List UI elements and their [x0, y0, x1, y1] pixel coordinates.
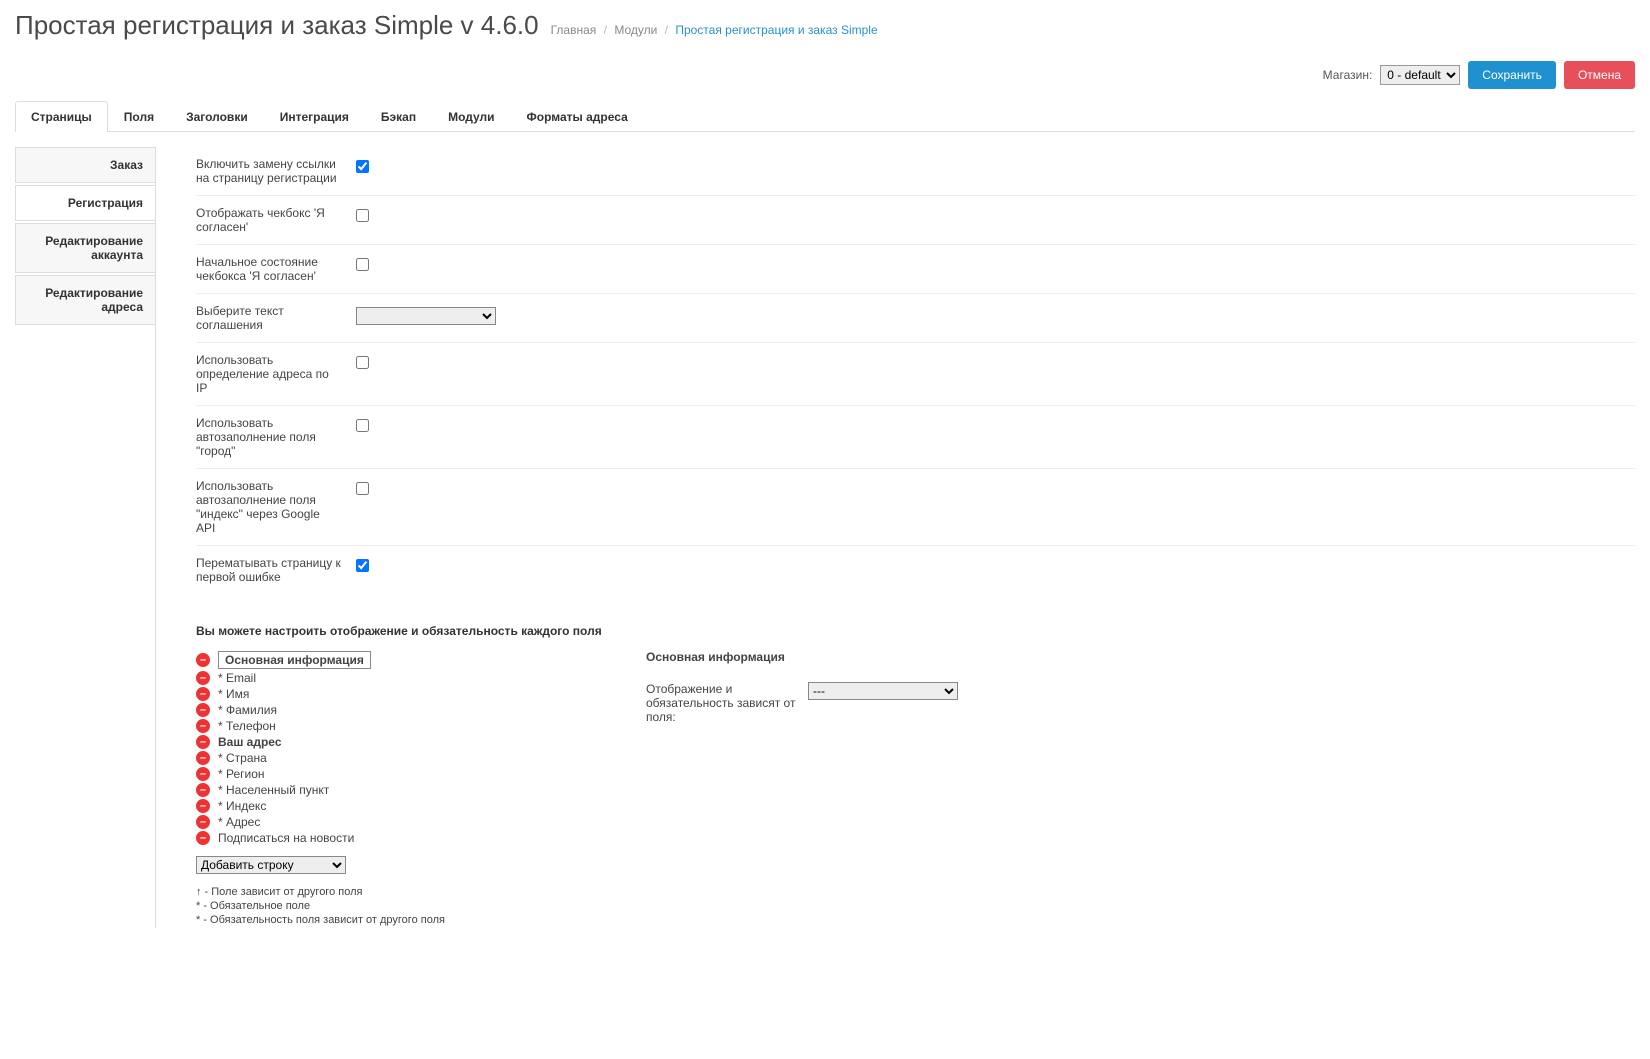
store-label: Магазин: — [1323, 68, 1373, 82]
remove-icon[interactable]: – — [196, 719, 210, 733]
setting-label-replace-link: Включить замену ссылки на страницу регис… — [196, 157, 356, 185]
breadcrumb-modules[interactable]: Модули — [614, 23, 657, 37]
field-item-main-info[interactable]: Основная информация — [218, 651, 371, 669]
detail-depend-select[interactable]: --- — [808, 682, 958, 700]
setting-checkbox-replace-link[interactable] — [356, 160, 369, 173]
tab-modules[interactable]: Модули — [432, 101, 510, 132]
remove-icon[interactable]: – — [196, 799, 210, 813]
setting-label-scroll-error: Перематывать страницу к первой ошибке — [196, 556, 356, 584]
setting-select-agreement-text[interactable] — [356, 307, 496, 325]
detail-title: Основная информация — [646, 650, 1635, 664]
remove-icon[interactable]: – — [196, 831, 210, 845]
detail-depend-label: Отображение и обязательность зависят от … — [646, 682, 796, 724]
remove-icon[interactable]: – — [196, 767, 210, 781]
remove-icon[interactable]: – — [196, 751, 210, 765]
field-item-address[interactable]: * Адрес — [218, 815, 260, 829]
field-item-address-header[interactable]: Ваш адрес — [218, 735, 282, 749]
breadcrumb-sep-icon: / — [600, 23, 611, 37]
tab-fields[interactable]: Поля — [108, 101, 170, 132]
legend-required-depends: * - Обязательность поля зависит от друго… — [196, 914, 496, 926]
setting-checkbox-show-agree[interactable] — [356, 209, 369, 222]
breadcrumb-home[interactable]: Главная — [551, 23, 597, 37]
store-select[interactable]: 0 - default — [1380, 65, 1460, 85]
remove-icon[interactable]: – — [196, 735, 210, 749]
setting-checkbox-scroll-error[interactable] — [356, 559, 369, 572]
field-item-firstname[interactable]: * Имя — [218, 687, 249, 701]
setting-checkbox-ip-geoloc[interactable] — [356, 356, 369, 369]
breadcrumb-current[interactable]: Простая регистрация и заказ Simple — [675, 23, 877, 37]
breadcrumb-sep-icon: / — [661, 23, 672, 37]
legend: ↑ - Поле зависит от другого поля * - Обя… — [196, 886, 496, 926]
setting-label-agreement-text: Выберите текст соглашения — [196, 304, 356, 332]
field-item-newsletter[interactable]: Подписаться на новости — [218, 831, 354, 845]
legend-depends: ↑ - Поле зависит от другого поля — [196, 886, 496, 898]
setting-label-agree-default: Начальное состояние чекбокса 'Я согласен… — [196, 255, 356, 283]
side-tab-registration[interactable]: Регистрация — [15, 185, 156, 221]
tab-headers[interactable]: Заголовки — [170, 101, 264, 132]
side-tab-edit-address[interactable]: Редактирование адреса — [15, 275, 155, 325]
remove-icon[interactable]: – — [196, 815, 210, 829]
remove-icon[interactable]: – — [196, 783, 210, 797]
setting-label-ip-geoloc: Использовать определение адреса по IP — [196, 353, 356, 395]
field-item-country[interactable]: * Страна — [218, 751, 267, 765]
fields-intro: Вы можете настроить отображение и обязат… — [196, 624, 1635, 638]
setting-label-show-agree: Отображать чекбокс 'Я согласен' — [196, 206, 356, 234]
field-list: – Основная информация – * Email – * Имя … — [196, 650, 496, 928]
remove-icon[interactable]: – — [196, 653, 210, 667]
setting-checkbox-agree-default[interactable] — [356, 258, 369, 271]
side-tab-order[interactable]: Заказ — [15, 147, 155, 183]
field-item-postcode[interactable]: * Индекс — [218, 799, 266, 813]
top-tabs: Страницы Поля Заголовки Интеграция Бэкап… — [15, 101, 1635, 132]
tab-address-formats[interactable]: Форматы адреса — [511, 101, 644, 132]
tab-backup[interactable]: Бэкап — [365, 101, 432, 132]
add-row-select[interactable]: Добавить строку — [196, 856, 346, 874]
field-item-phone[interactable]: * Телефон — [218, 719, 276, 733]
field-item-city[interactable]: * Населенный пункт — [218, 783, 329, 797]
breadcrumb: Главная / Модули / Простая регистрация и… — [551, 23, 878, 37]
field-item-email[interactable]: * Email — [218, 671, 256, 685]
remove-icon[interactable]: – — [196, 703, 210, 717]
setting-label-postcode-google: Использовать автозаполнение поля "индекс… — [196, 479, 356, 535]
setting-checkbox-postcode-google[interactable] — [356, 482, 369, 495]
legend-required: * - Обязательное поле — [196, 900, 496, 912]
setting-checkbox-city-autofill[interactable] — [356, 419, 369, 432]
side-tabs: Заказ Регистрация Редактирование аккаунт… — [15, 147, 155, 928]
cancel-button[interactable]: Отмена — [1564, 61, 1635, 89]
save-button[interactable]: Сохранить — [1468, 61, 1556, 89]
page-title: Простая регистрация и заказ Simple v 4.6… — [15, 10, 539, 41]
setting-label-city-autofill: Использовать автозаполнение поля "город" — [196, 416, 356, 458]
tab-integration[interactable]: Интеграция — [264, 101, 365, 132]
remove-icon[interactable]: – — [196, 687, 210, 701]
field-item-region[interactable]: * Регион — [218, 767, 265, 781]
field-item-lastname[interactable]: * Фамилия — [218, 703, 277, 717]
remove-icon[interactable]: – — [196, 671, 210, 685]
side-tab-edit-account[interactable]: Редактирование аккаунта — [15, 223, 155, 273]
tab-pages[interactable]: Страницы — [15, 101, 108, 132]
